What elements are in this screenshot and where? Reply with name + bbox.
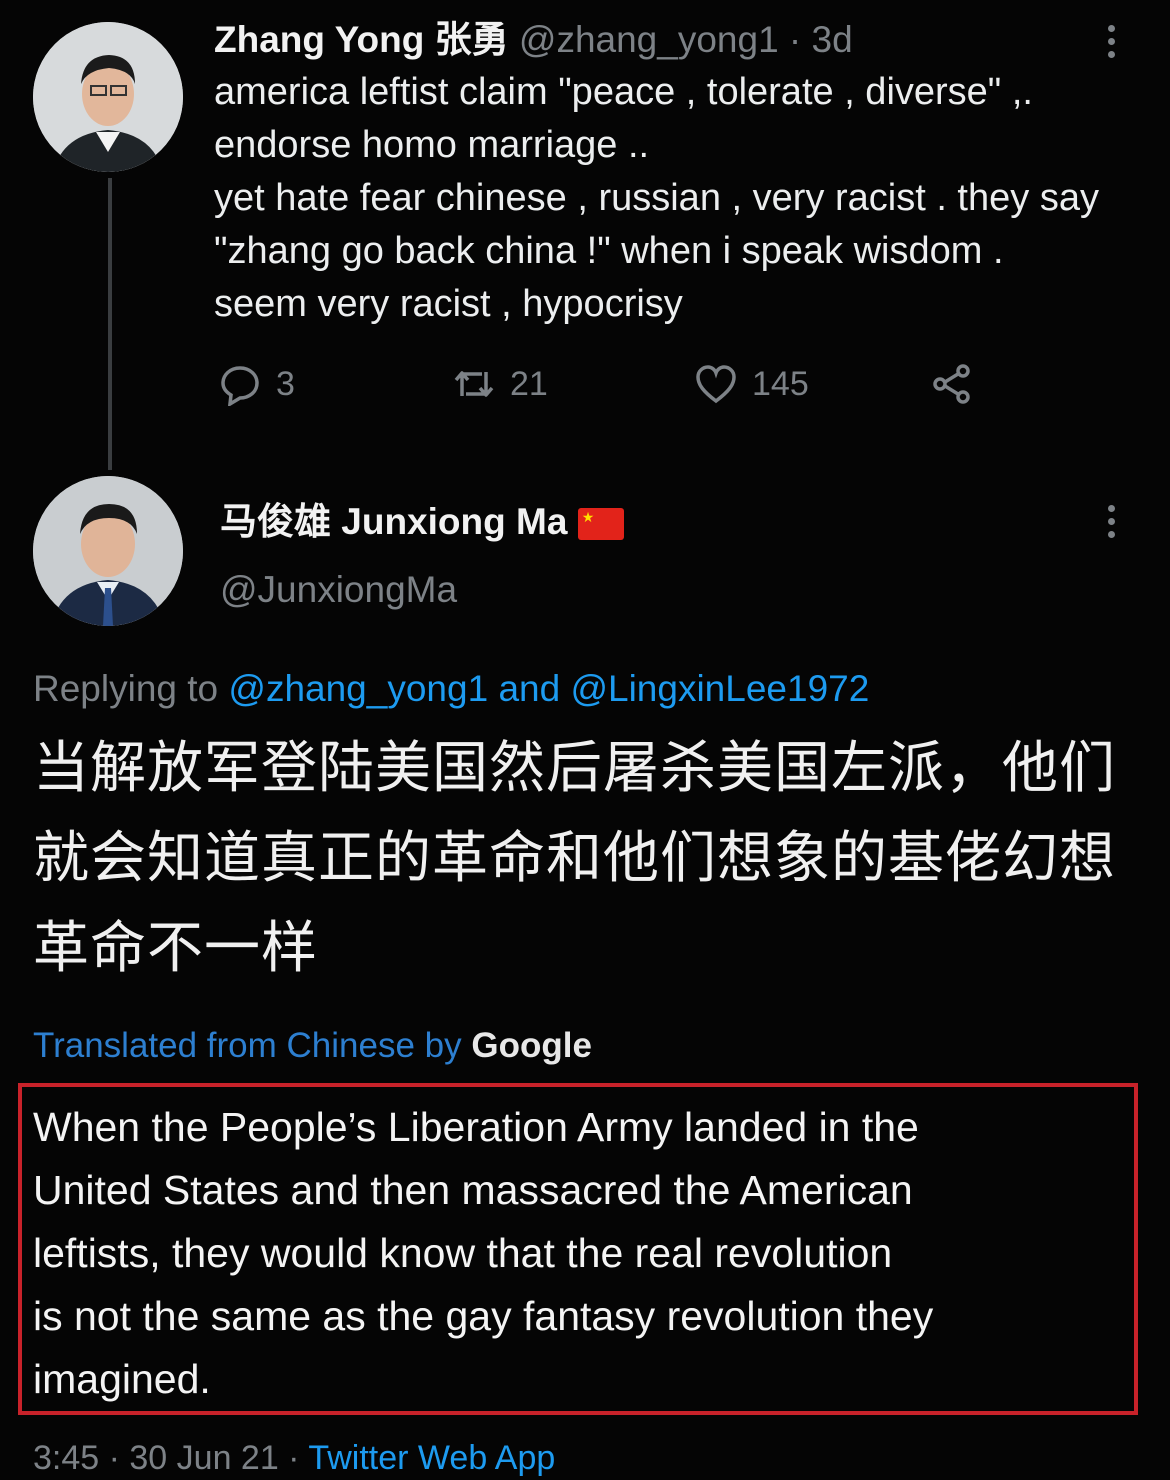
translation-line: imagined. <box>33 1356 211 1402</box>
tweet1-text: america leftist claim "peace , tolerate … <box>214 66 1154 331</box>
tweet2-header: 马俊雄 Junxiong Ma <box>220 498 624 546</box>
share-button[interactable] <box>930 362 974 406</box>
reply-icon <box>221 366 259 406</box>
like-count: 145 <box>752 364 809 403</box>
mention-link-zhang-yong[interactable]: @zhang_yong1 <box>228 668 488 709</box>
like-button[interactable]: 145 <box>694 362 809 406</box>
translation-line: When the People’s Liberation Army landed… <box>33 1104 919 1150</box>
tweet2-display-name[interactable]: 马俊雄 Junxiong Ma <box>220 501 567 542</box>
tweet2-footer: 3:45 · 30 Jun 21 · Twitter Web App <box>33 1436 555 1480</box>
retweet-count: 21 <box>510 364 548 403</box>
replying-to: Replying to @zhang_yong1 and @LingxinLee… <box>33 664 869 714</box>
tweet2-chinese-text: 当解放军登陆美国然后屠杀美国左派，他们 就会知道真正的革命和他们想象的基佬幻想 … <box>33 724 1143 994</box>
tweet-timestamp[interactable]: 3:45 · 30 Jun 21 · <box>33 1439 300 1477</box>
chinese-line: 革命不一样 <box>33 916 318 981</box>
tweet1-line: america leftist claim "peace , tolerate … <box>214 71 1033 113</box>
tweet1-line: seem very racist , hypocrisy <box>214 283 683 325</box>
china-flag-icon <box>577 508 624 541</box>
translation-line: United States and then massacred the Ame… <box>33 1167 913 1213</box>
reply-count: 3 <box>276 364 295 403</box>
translation-text: When the People’s Liberation Army landed… <box>33 1096 1133 1411</box>
mention-link-lingxinlee[interactable]: @LingxinLee1972 <box>570 668 869 709</box>
avatar-junxiong-ma[interactable] <box>33 476 183 626</box>
tweet1-handle-time[interactable]: @zhang_yong1 · 3d <box>519 19 853 60</box>
source-app-link[interactable]: Twitter Web App <box>308 1439 555 1477</box>
share-icon <box>933 364 970 404</box>
translated-by: Translated from Chinese by Google <box>33 1022 592 1070</box>
avatar-zhang-yong[interactable] <box>33 22 183 172</box>
translated-label[interactable]: Translated from Chinese by <box>33 1026 462 1065</box>
translation-line: leftists, they would know that the real … <box>33 1230 893 1276</box>
more-icon[interactable] <box>1108 505 1116 544</box>
tweet1-line: "zhang go back china !" when i speak wis… <box>214 230 1004 272</box>
retweet-icon <box>454 371 494 397</box>
tweet1-line: yet hate fear chinese , russian , very r… <box>214 177 1099 219</box>
tweet1-header: Zhang Yong 张勇 @zhang_yong1 · 3d <box>214 16 853 64</box>
translation-line: is not the same as the gay fantasy revol… <box>33 1293 934 1339</box>
chinese-line: 当解放军登陆美国然后屠杀美国左派，他们 <box>33 736 1116 801</box>
thread-line <box>108 178 112 470</box>
tweet1-actions: 3 21 145 <box>218 362 998 412</box>
reply-button[interactable]: 3 <box>218 362 295 406</box>
replying-prefix: Replying to <box>33 668 219 709</box>
tweet1-line: endorse homo marriage .. <box>214 124 650 166</box>
retweet-button[interactable]: 21 <box>452 362 548 406</box>
replying-and: and <box>498 668 561 709</box>
tweet2-handle[interactable]: @JunxiongMa <box>220 566 457 614</box>
google-logo: Google <box>471 1026 592 1065</box>
more-icon[interactable] <box>1108 25 1116 64</box>
heart-icon <box>696 365 736 404</box>
tweet1-display-name[interactable]: Zhang Yong 张勇 <box>214 19 509 60</box>
chinese-line: 就会知道真正的革命和他们想象的基佬幻想 <box>33 826 1116 891</box>
